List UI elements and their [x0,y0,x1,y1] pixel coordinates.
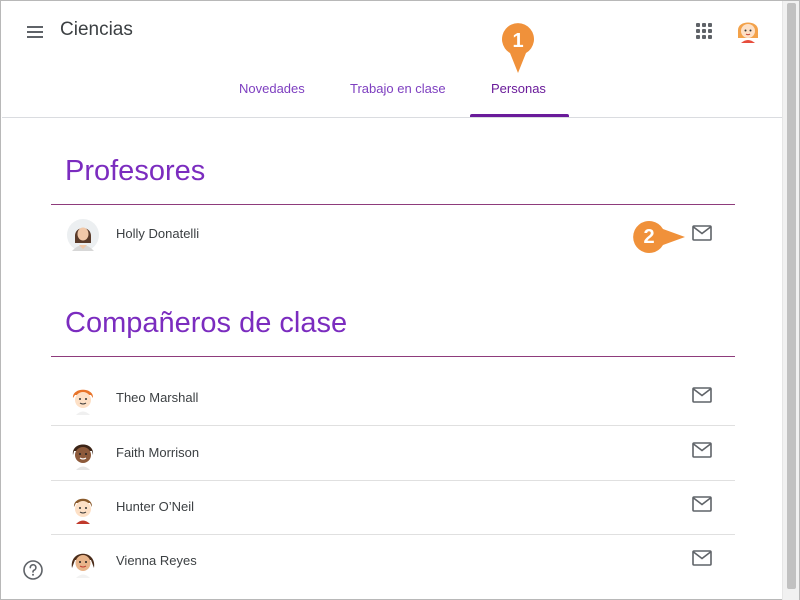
classmate-name: Faith Morrison [116,445,200,460]
class-title: Ciencias [60,19,133,40]
step-callout-2: 2 [631,219,685,255]
active-tab-indicator [470,114,569,117]
classmate-name: Hunter O’Neil [116,499,195,514]
app-window: Ciencias Novedades Trabajo en clase Pers… [0,0,800,600]
tab-novedades[interactable]: Novedades [239,81,305,96]
apps-grid-icon[interactable] [694,21,714,41]
classmate-row: Faith Morrison [51,427,735,481]
classmate-name: Vienna Reyes [116,553,197,568]
classmate-name: Theo Marshall [116,390,199,405]
scrollbar-thumb[interactable] [787,3,796,589]
mail-icon[interactable] [692,550,712,566]
classmate-row: Hunter O’Neil [51,481,735,535]
callout-number: 1 [512,30,524,52]
classmate-avatar [67,438,99,470]
classmate-avatar [67,546,99,578]
classmate-row: Vienna Reyes [51,535,735,589]
step-callout-1: 1 [500,23,536,73]
class-tabs: Novedades Trabajo en clase Personas [2,75,784,117]
classmate-row: Theo Marshall [51,372,735,426]
classmates-heading: Compañeros de clase [65,307,348,339]
hamburger-menu-icon[interactable] [22,19,48,45]
top-app-bar: Ciencias Novedades Trabajo en clase Pers… [2,1,784,118]
help-circle-icon[interactable] [22,559,44,581]
account-avatar[interactable] [734,16,762,44]
teacher-name: Holly Donatelli [116,226,200,241]
tab-trabajo-en-clase[interactable]: Trabajo en clase [350,81,446,96]
callout-number: 2 [643,226,655,248]
teachers-divider [51,204,735,205]
classmates-divider [51,356,735,357]
mail-icon[interactable] [692,496,712,512]
teacher-avatar [67,219,99,251]
mail-icon[interactable] [692,225,712,241]
vertical-scrollbar[interactable] [782,1,799,600]
mail-icon[interactable] [692,442,712,458]
classmate-avatar [67,383,99,415]
tab-personas[interactable]: Personas [491,81,546,96]
mail-icon[interactable] [692,387,712,403]
classmate-avatar [67,492,99,524]
teachers-heading: Profesores [65,155,206,187]
